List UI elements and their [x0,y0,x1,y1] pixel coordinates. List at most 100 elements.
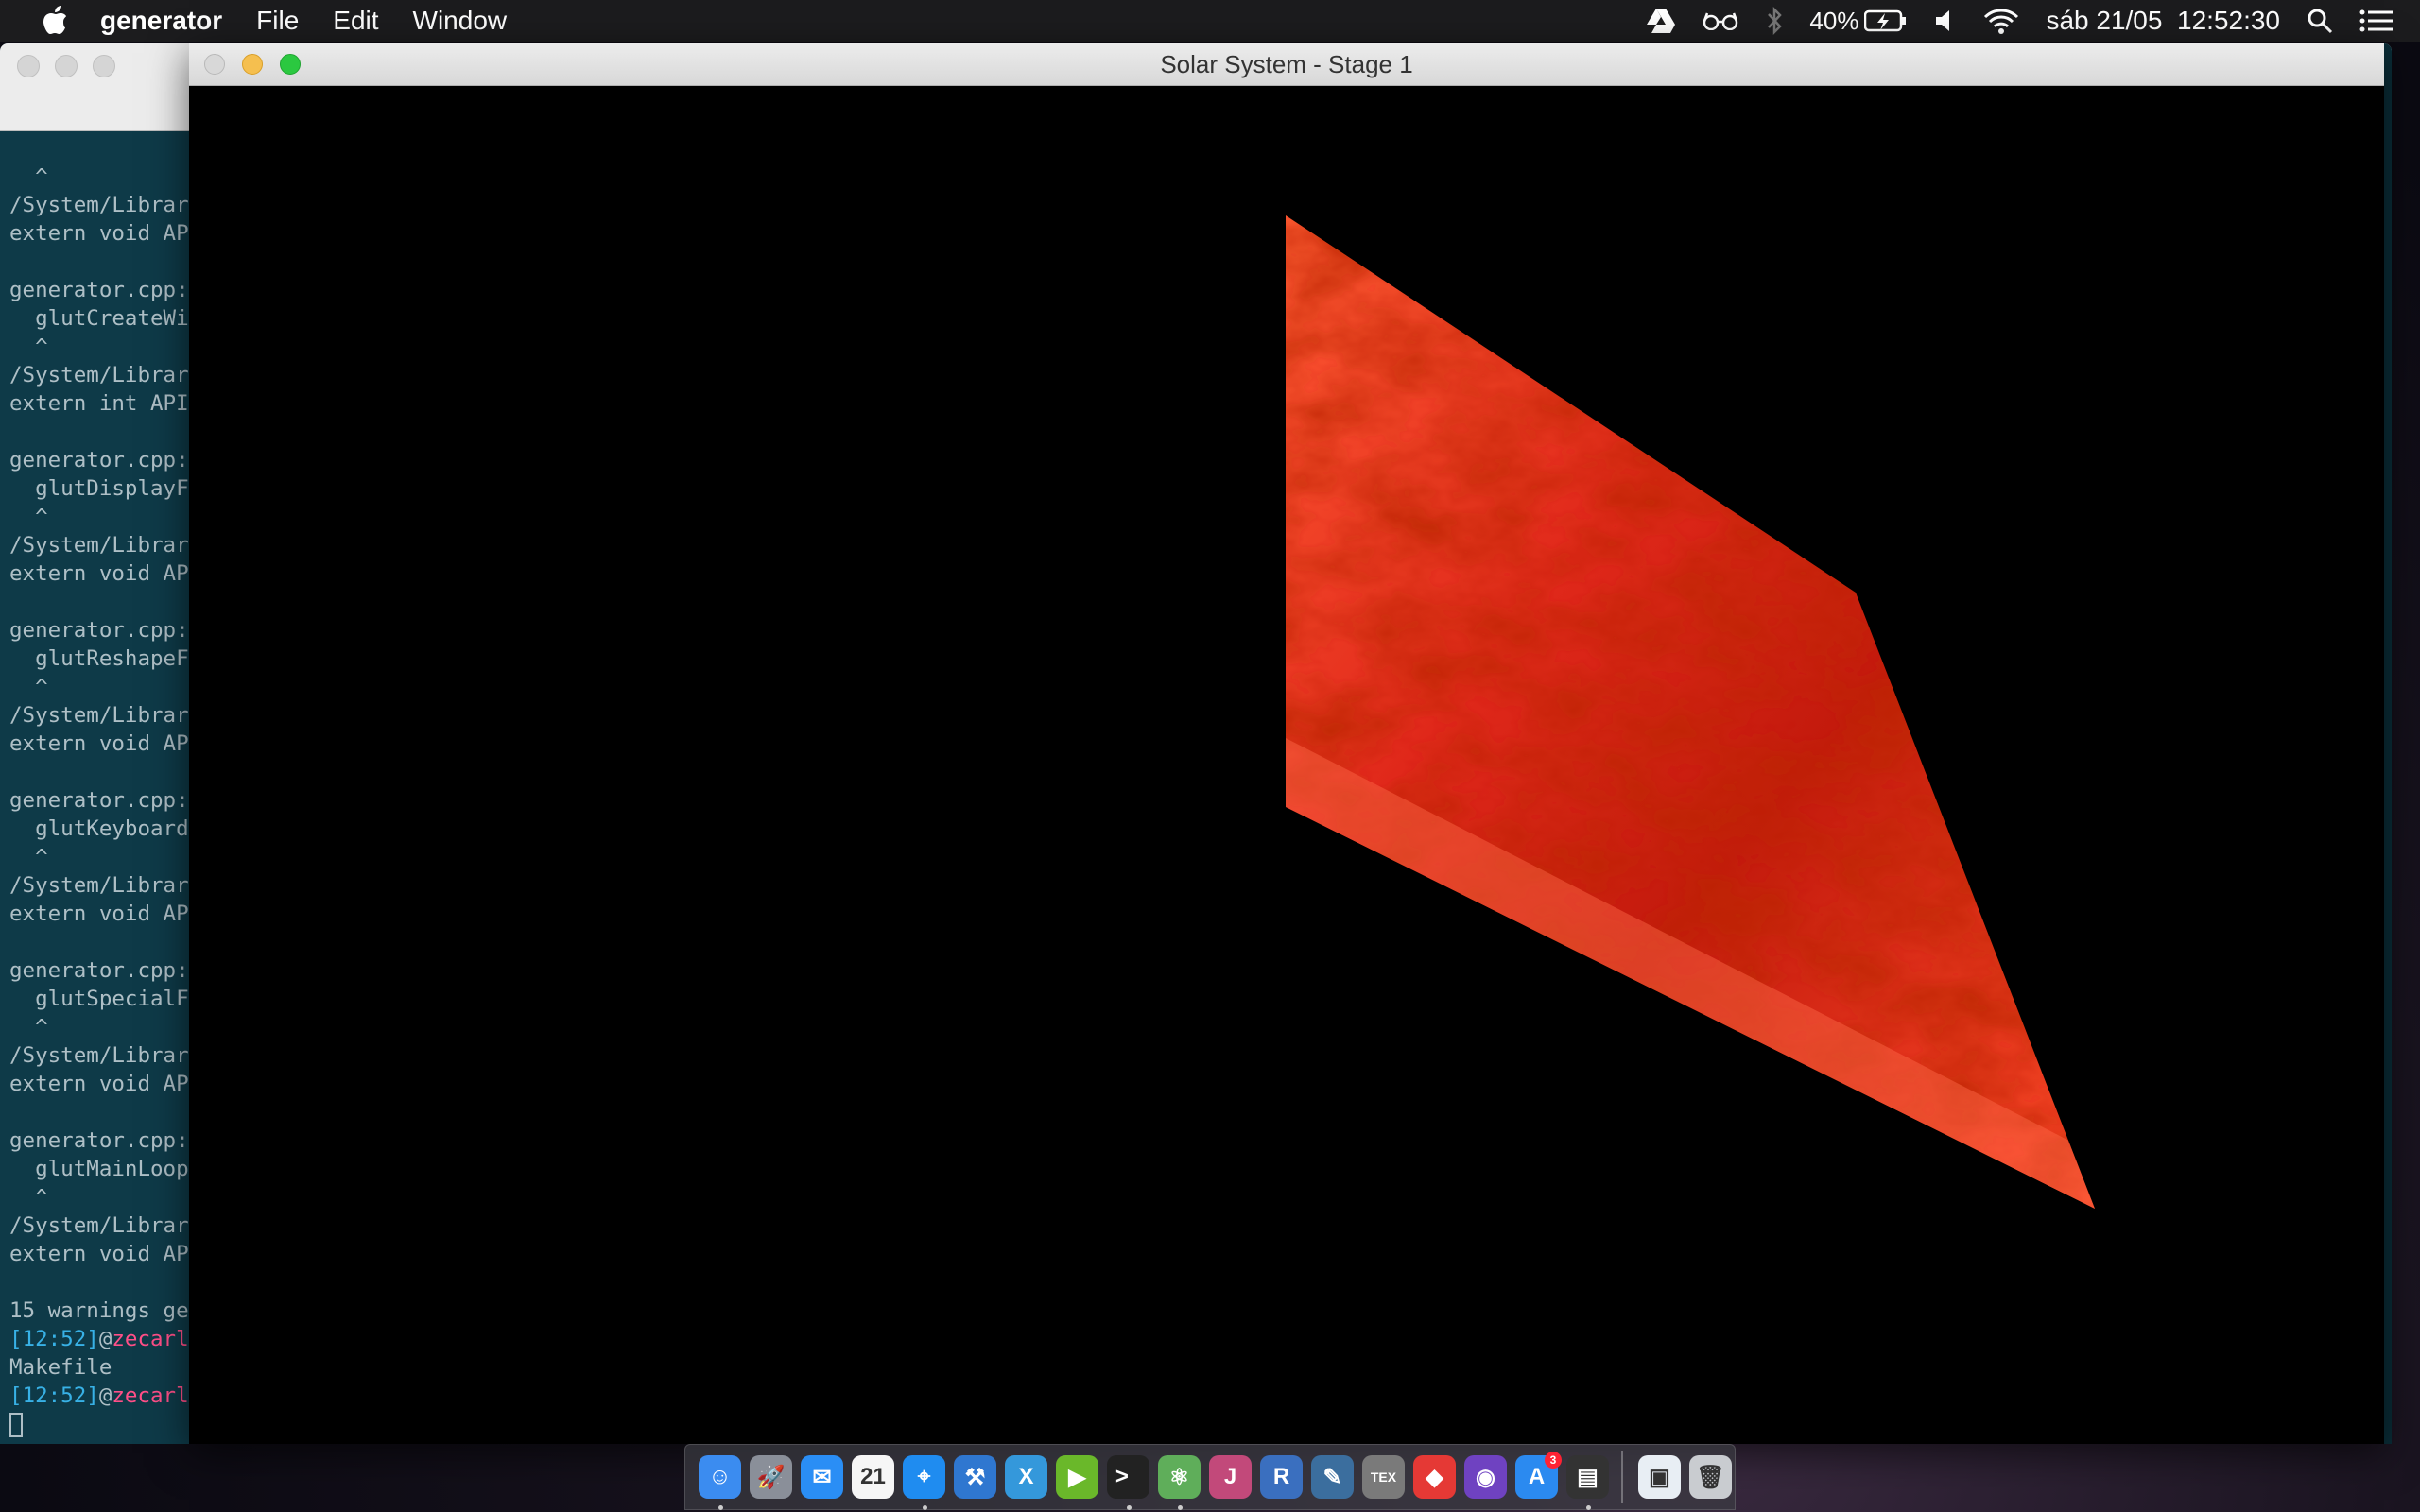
git-glyph: ◆ [1426,1464,1443,1490]
rendered-plane [1286,215,2095,1209]
terminal-line: extern void AP [9,561,189,586]
app-store-icon[interactable]: A3 [1515,1452,1562,1499]
battery-charging-icon [1864,9,1907,32]
apple-menu-icon[interactable] [34,0,76,42]
menu-file[interactable]: File [256,6,299,36]
notification-badge: 3 [1545,1452,1562,1469]
battery-status[interactable]: 40% [1809,7,1908,36]
terminal-prompt-line: [12:52]@zecarlos [9,1325,189,1353]
tex-glyph: TEX [1370,1469,1397,1485]
trash-icon[interactable]: 🗑 [1688,1455,1732,1499]
r-icon[interactable]: R [1260,1455,1303,1499]
menu-window[interactable]: Window [413,6,508,36]
safari-glyph: ⌖ [917,1464,931,1489]
terminal-line: glutMainLoop [9,1157,189,1181]
terminal-icon[interactable]: >_ [1107,1455,1150,1510]
terminal-glyph: >_ [1115,1464,1142,1489]
notification-center-icon[interactable] [2360,9,2394,33]
dock-separator [1621,1451,1623,1503]
launchpad-icon[interactable]: 🚀 [750,1455,792,1499]
terminal-line: /System/Librar [9,363,189,387]
prompt-time: [12:52] [9,1327,99,1351]
terminal-line: ^ [9,675,48,699]
terminal-line: glutDisplayF [9,476,189,501]
gl-window-title: Solar System - Stage 1 [1160,50,1413,78]
wifi-icon[interactable] [1983,8,2019,34]
calendar-icon[interactable]: 21 [852,1455,894,1499]
menu-edit[interactable]: Edit [333,6,378,36]
app-store-glyph: A [1528,1464,1546,1489]
terminal-line: extern void AP [9,1242,189,1266]
safari-icon[interactable]: ⌖ [903,1455,945,1510]
terminal-line: extern void AP [9,902,189,926]
play-glyph: ▶ [1068,1464,1086,1490]
running-indicator [1177,1505,1183,1510]
terminal-close-button[interactable] [17,55,40,77]
gl-canvas[interactable] [189,86,2384,1444]
terminal-line: glutCreateWi [9,306,189,331]
terminal-cursor-line[interactable] [9,1410,189,1438]
atom-icon[interactable]: ⚛ [1158,1455,1201,1510]
bluetooth-icon[interactable] [1766,7,1783,35]
terminal-line: ^ [9,335,48,359]
saver-icon[interactable]: ▣ [1637,1455,1681,1499]
terminal-line: /System/Librar [9,193,189,217]
terminal-minimize-button[interactable] [55,55,78,77]
console-icon[interactable]: ▤ [1566,1455,1609,1510]
console-glyph: ▤ [1577,1464,1599,1490]
terminal-cursor [9,1412,23,1437]
mysql-workbench-glyph: ✎ [1322,1464,1342,1490]
clock[interactable]: sáb 21/05 12:52:30 [2046,6,2280,36]
terminal-line: 15 warnings ge [9,1298,189,1323]
glasses-icon[interactable] [1702,11,1739,30]
terminal-line: generator.cpp: [9,448,189,472]
finder-icon[interactable]: ☺ [699,1455,741,1510]
mysql-workbench-icon[interactable]: ✎ [1311,1455,1354,1499]
terminal-line: glutSpecialF [9,987,189,1011]
battery-percent: 40% [1809,6,1859,35]
xamarin-glyph: X [1018,1464,1034,1489]
intellij-icon[interactable]: J [1209,1455,1252,1499]
terminal-line: extern int API [9,391,189,416]
spotlight-search-icon[interactable] [2307,8,2333,34]
xcode-glyph: ⚒ [964,1464,986,1490]
google-drive-icon[interactable] [1647,9,1676,33]
prompt-at: @ [98,1327,112,1351]
terminal-output-line: Makefile [9,1355,112,1380]
terminal-line: glutReshapeF [9,646,189,671]
github-icon[interactable]: ◉ [1464,1455,1507,1499]
git-icon[interactable]: ◆ [1413,1455,1456,1499]
play-icon[interactable]: ▶ [1056,1455,1098,1499]
launchpad-glyph: 🚀 [756,1464,786,1490]
github-glyph: ◉ [1476,1464,1495,1490]
terminal-line: extern void AP [9,731,189,756]
tex-icon[interactable]: TEX [1362,1455,1405,1499]
dock: ☺ 🚀 ✉ 21 ⌖ ⚒ X ▶ >_ ⚛ J R ✎ TEX ◆ ◉ A 3 ▤ ▣ 🗑 [684,1444,1736,1510]
prompt-host: zecarlos [112,1383,189,1408]
terminal-output[interactable]: ^ /System/Librar extern void AP generator.c… [9,163,189,1438]
gl-window-titlebar[interactable]: Solar System - Stage 1 [189,43,2384,86]
terminal-line: extern void AP [9,1072,189,1096]
xamarin-icon[interactable]: X [1005,1455,1047,1499]
trash-glyph: 🗑 [1696,1464,1725,1490]
xcode-icon[interactable]: ⚒ [954,1455,996,1499]
r-glyph: R [1272,1464,1290,1489]
mail-icon[interactable]: ✉ [801,1455,843,1499]
terminal-line: generator.cpp: [9,958,189,983]
terminal-line: ^ [9,845,48,869]
mail-glyph: ✉ [812,1464,832,1490]
terminal-zoom-button[interactable] [93,55,115,77]
app-menu[interactable]: generator [100,6,222,36]
terminal-line: /System/Librar [9,873,189,898]
gl-window[interactable]: Solar System - Stage 1 [189,43,2384,1444]
volume-icon[interactable] [1934,9,1957,33]
terminal-line: generator.cpp: [9,1128,189,1153]
calendar-glyph: 21 [860,1464,886,1489]
